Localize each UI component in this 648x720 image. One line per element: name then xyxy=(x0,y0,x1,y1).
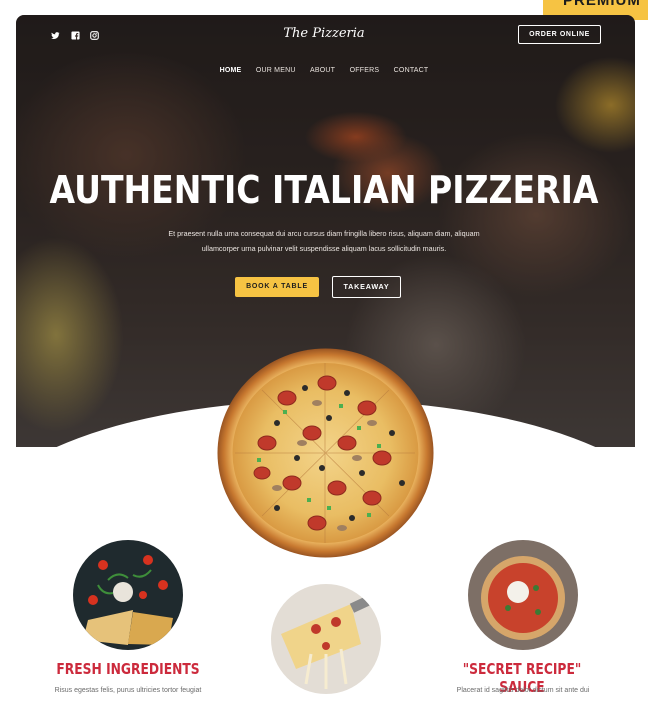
nav-item-about[interactable]: ABOUT xyxy=(310,67,335,74)
nav-item-our-menu[interactable]: OUR MENU xyxy=(256,67,296,74)
page: PREMIUM The Pizzeria ORDER ONLINE HOME O… xyxy=(0,0,648,720)
order-online-button[interactable]: ORDER ONLINE xyxy=(518,25,601,44)
hero-title: AUTHENTIC ITALIAN PIZZERIA xyxy=(49,168,599,212)
feature-text-secret-sauce: Placerat id sagittis dolor dictum sit an… xyxy=(456,687,590,694)
main-nav: HOME OUR MENU ABOUT OFFERS CONTACT xyxy=(0,59,648,77)
nav-item-contact[interactable]: CONTACT xyxy=(394,67,429,74)
secret-sauce-image xyxy=(468,540,578,650)
pizza-image xyxy=(217,348,434,558)
feature-title-fresh-ingredients: FRESH INGREDIENTS xyxy=(56,660,200,678)
fresh-ingredients-image xyxy=(73,540,183,650)
book-table-button[interactable]: BOOK A TABLE xyxy=(235,277,319,297)
nav-item-offers[interactable]: OFFERS xyxy=(350,67,380,74)
cheese-pull-image xyxy=(271,584,381,694)
hero-subtitle: Et praesent nulla urna consequat dui arc… xyxy=(168,229,480,253)
nav-item-home[interactable]: HOME xyxy=(220,67,242,74)
takeaway-button[interactable]: TAKEAWAY xyxy=(332,276,401,298)
feature-text-fresh-ingredients: Risus egestas felis, purus ultricies tor… xyxy=(54,687,202,694)
